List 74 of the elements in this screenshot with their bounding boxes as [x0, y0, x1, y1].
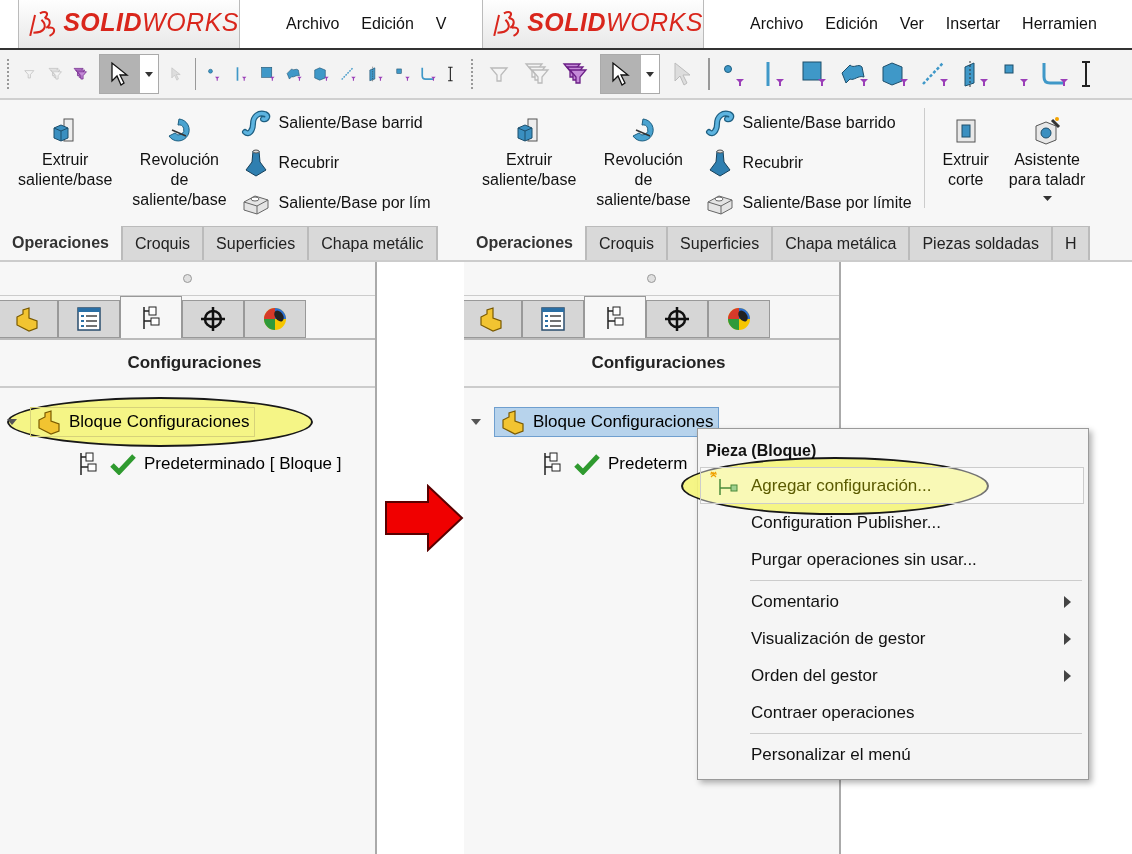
- property-list-icon: [75, 305, 103, 333]
- command-button[interactable]: Revolución de saliente/base: [126, 116, 233, 210]
- menu-bar-item[interactable]: Ver: [899, 12, 924, 36]
- command-button[interactable]: Recubrir: [240, 146, 431, 180]
- tab[interactable]: Croquis: [586, 226, 669, 260]
- command-button[interactable]: Saliente/Base por lím: [240, 186, 431, 220]
- tree-item[interactable]: Predeterminado [ Bloque ]: [74, 448, 342, 480]
- select-tool-button[interactable]: [601, 55, 641, 93]
- menu-item[interactable]: Configuration Publisher...: [700, 504, 1084, 541]
- splitter-handle[interactable]: [647, 274, 656, 283]
- property-list-icon: [539, 305, 567, 333]
- command-button[interactable]: Saliente/Base barrido: [704, 106, 912, 140]
- solid-filter-icon[interactable]: [880, 59, 910, 89]
- menu-item[interactable]: Contraer operaciones: [700, 694, 1084, 731]
- tab[interactable]: H: [1052, 226, 1091, 260]
- menu-bar-item[interactable]: Insertar: [945, 12, 1001, 36]
- menu-title: Pieza (Bloque): [705, 441, 818, 461]
- command-button[interactable]: Saliente/Base barrid: [240, 106, 431, 140]
- crosshair-icon: [199, 305, 227, 333]
- panel-title: Configuraciones: [590, 352, 726, 375]
- right-arrow-icon: [384, 484, 464, 552]
- menu-item[interactable]: Personalizar el menú: [700, 736, 1084, 773]
- tab[interactable]: Superficies: [204, 226, 310, 260]
- command-button[interactable]: Asistente para taladr: [1002, 116, 1092, 201]
- manager-tab[interactable]: [182, 300, 244, 338]
- tab[interactable]: Chapa metálic: [309, 226, 438, 260]
- tree-item[interactable]: Bloque Configuraciones: [30, 407, 255, 437]
- menu-bar-item[interactable]: V: [435, 12, 447, 36]
- tree-item[interactable]: Predeterm: [538, 448, 688, 480]
- tab[interactable]: Croquis: [122, 226, 205, 260]
- splitter-handle[interactable]: [183, 274, 192, 283]
- menu-item[interactable]: Agregar configuración...: [700, 467, 1084, 504]
- tab[interactable]: Piezas soldadas: [910, 226, 1053, 260]
- part-block-icon: [13, 305, 41, 333]
- manager-tab[interactable]: [120, 296, 182, 338]
- command-button[interactable]: Revolución de saliente/base: [590, 116, 697, 210]
- swept-tube-icon: [704, 108, 735, 138]
- tab[interactable]: Superficies: [668, 226, 774, 260]
- command-button[interactable]: Saliente/Base por límite: [704, 186, 912, 220]
- caret-icon: [145, 71, 154, 77]
- brand-name: SOLIDWORKS: [527, 7, 703, 39]
- panel-title: Configuraciones: [126, 352, 262, 375]
- menu-item[interactable]: Purgar operaciones sin usar...: [700, 541, 1084, 578]
- menu-bar-item[interactable]: Edición: [825, 12, 878, 36]
- menu-item[interactable]: Visualización de gestor: [700, 620, 1084, 657]
- select-tool-button[interactable]: [100, 55, 141, 93]
- command-button[interactable]: Recubrir: [704, 146, 912, 180]
- color-ball-icon: [261, 305, 289, 333]
- tree-item[interactable]: Bloque Configuraciones: [494, 407, 719, 437]
- pointer-icon: [109, 61, 132, 87]
- hole-wizard-icon: [1032, 116, 1063, 146]
- menu-bar-item[interactable]: Archivo: [286, 12, 340, 36]
- crosshair-icon: [663, 305, 691, 333]
- color-ball-icon: [725, 305, 753, 333]
- manager-tab[interactable]: [646, 300, 708, 338]
- command-button[interactable]: Extruir saliente/base: [476, 116, 583, 190]
- manager-tab[interactable]: [708, 300, 770, 338]
- menu-bar-item[interactable]: Herramien: [1022, 12, 1097, 36]
- command-button[interactable]: Extruir saliente/base: [12, 116, 119, 190]
- menu-bar-item[interactable]: Archivo: [750, 12, 804, 36]
- caret-icon: [646, 71, 654, 77]
- part-block-icon: [35, 408, 63, 436]
- swept-tube-icon: [240, 108, 271, 138]
- part-block-icon: [477, 305, 505, 333]
- manager-tab[interactable]: [244, 300, 306, 338]
- command-button[interactable]: Extruir corte: [936, 116, 995, 190]
- manager-tab[interactable]: [584, 296, 646, 338]
- menu-bar-item[interactable]: Edición: [361, 12, 414, 36]
- tab[interactable]: Chapa metálica: [773, 226, 911, 260]
- menu-item[interactable]: Comentario: [700, 583, 1084, 620]
- menu-item[interactable]: Orden del gestor: [700, 657, 1084, 694]
- brand-name: SOLIDWORKS: [63, 7, 239, 39]
- part-block-icon: [499, 408, 527, 436]
- pointer-icon: [610, 61, 632, 87]
